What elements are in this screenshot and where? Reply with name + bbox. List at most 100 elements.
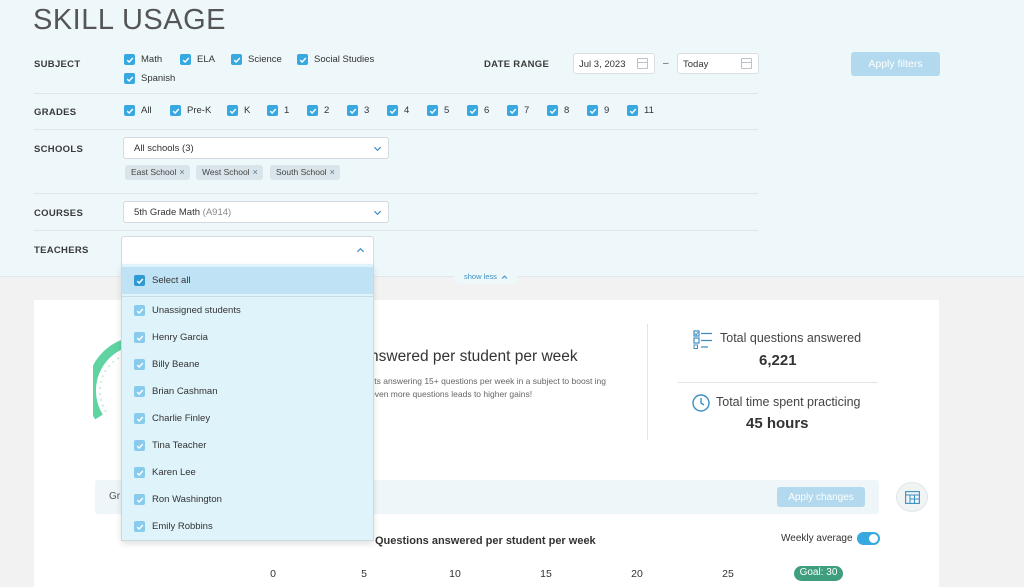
grade-all-checkbox[interactable]: All [124,105,152,116]
subject-social-studies-checkbox[interactable]: Social Studies [297,54,374,65]
total-questions-value: 6,221 [759,352,797,369]
check-icon [227,105,238,116]
subject-science-checkbox[interactable]: Science [231,54,282,65]
chart-title: Questions answered per student per week [375,535,596,547]
check-icon [134,467,145,478]
axis-tick: 15 [540,568,552,580]
courses-select[interactable]: 5th Grade Math (A914) [123,201,389,223]
calendar-icon [741,58,752,69]
axis-tick: 25 [722,568,734,580]
check-icon [134,386,145,397]
divider [34,230,758,231]
axis-tick: 5 [361,568,367,580]
grade-4-checkbox[interactable]: 4 [387,105,409,116]
school-chip-west[interactable]: West School × [196,165,263,180]
subject-label: SUBJECT [34,59,81,70]
grade-1-checkbox[interactable]: 1 [267,105,289,116]
schools-select[interactable]: All schools (3) [123,137,389,159]
chevron-down-icon [373,146,382,152]
check-icon [587,105,598,116]
check-icon [124,105,135,116]
headline-text: nswered per student per week [370,348,578,365]
calendar-icon [637,58,648,69]
axis-tick: 10 [449,568,461,580]
check-icon [134,521,145,532]
check-icon [427,105,438,116]
check-icon [134,440,145,451]
group-by-label: Gr [109,491,121,502]
divider [34,193,758,194]
close-icon[interactable]: × [253,167,258,177]
apply-changes-button[interactable]: Apply changes [777,487,865,507]
teacher-option[interactable]: Unassigned students [122,297,373,324]
divider [678,382,878,383]
subject-spanish-checkbox[interactable]: Spanish [124,73,175,84]
check-icon [297,54,308,65]
check-icon [467,105,478,116]
teacher-option-select-all[interactable]: Select all [122,267,373,294]
axis-tick: 0 [270,568,276,580]
school-chip-south[interactable]: South School × [270,165,340,180]
grade-6-checkbox[interactable]: 6 [467,105,489,116]
table-view-button[interactable] [896,482,928,512]
school-chip-east[interactable]: East School × [125,165,190,180]
subject-ela-checkbox[interactable]: ELA [180,54,215,65]
check-icon [134,305,145,316]
teacher-option[interactable]: Ron Washington [122,486,373,513]
check-icon [170,105,181,116]
check-icon [124,54,135,65]
start-date-input[interactable]: Jul 3, 2023 [573,53,655,74]
grade-k-checkbox[interactable]: K [227,105,250,116]
date-range-label: DATE RANGE [484,59,550,70]
divider [34,93,758,94]
course-code: (A914) [202,207,232,218]
grade-2-checkbox[interactable]: 2 [307,105,329,116]
check-icon [307,105,318,116]
apply-filters-button[interactable]: Apply filters [851,52,940,76]
check-icon [347,105,358,116]
grade-11-checkbox[interactable]: 11 [627,105,654,116]
check-icon [627,105,638,116]
end-date-input[interactable]: Today [677,53,759,74]
grade-5-checkbox[interactable]: 5 [427,105,449,116]
teachers-label: TEACHERS [34,245,89,256]
grade-7-checkbox[interactable]: 7 [507,105,529,116]
check-icon [124,73,135,84]
teacher-option[interactable]: Charlie Finley [122,405,373,432]
grade-9-checkbox[interactable]: 9 [587,105,609,116]
teacher-option[interactable]: Brian Cashman [122,378,373,405]
page-title: SKILL USAGE [33,4,227,36]
total-questions-label: Total questions answered [720,331,862,345]
teacher-option[interactable]: Karen Lee [122,459,373,486]
grade-8-checkbox[interactable]: 8 [547,105,569,116]
grade-prek-checkbox[interactable]: Pre-K [170,105,211,116]
teacher-option[interactable]: Henry Garcia [122,324,373,351]
teacher-option[interactable]: Billy Beane [122,351,373,378]
clock-icon [692,394,710,412]
divider [647,324,648,440]
grade-3-checkbox[interactable]: 3 [347,105,369,116]
check-icon [134,494,145,505]
teacher-option[interactable]: Tina Teacher [122,432,373,459]
teachers-dropdown-menu: Select all Unassigned students Henry Gar… [121,264,374,541]
total-time-label: Total time spent practicing [716,395,861,409]
axis-tick: 20 [631,568,643,580]
close-icon[interactable]: × [330,167,335,177]
check-icon [134,275,145,286]
check-icon [134,332,145,343]
questions-list-icon [693,330,712,349]
close-icon[interactable]: × [179,167,184,177]
show-less-toggle[interactable]: show less [454,270,518,284]
weekly-average-label: Weekly average [781,533,853,544]
check-icon [387,105,398,116]
hint-text: sts answering 15+ questions per week in … [370,376,607,399]
check-icon [134,413,145,424]
divider [34,129,758,130]
subject-math-checkbox[interactable]: Math [124,54,162,65]
date-separator: – [663,58,669,69]
check-icon [231,54,242,65]
weekly-average-toggle[interactable] [857,532,880,545]
teacher-option[interactable]: Emily Robbins [122,513,373,540]
check-icon [267,105,278,116]
teachers-select[interactable] [121,236,374,264]
